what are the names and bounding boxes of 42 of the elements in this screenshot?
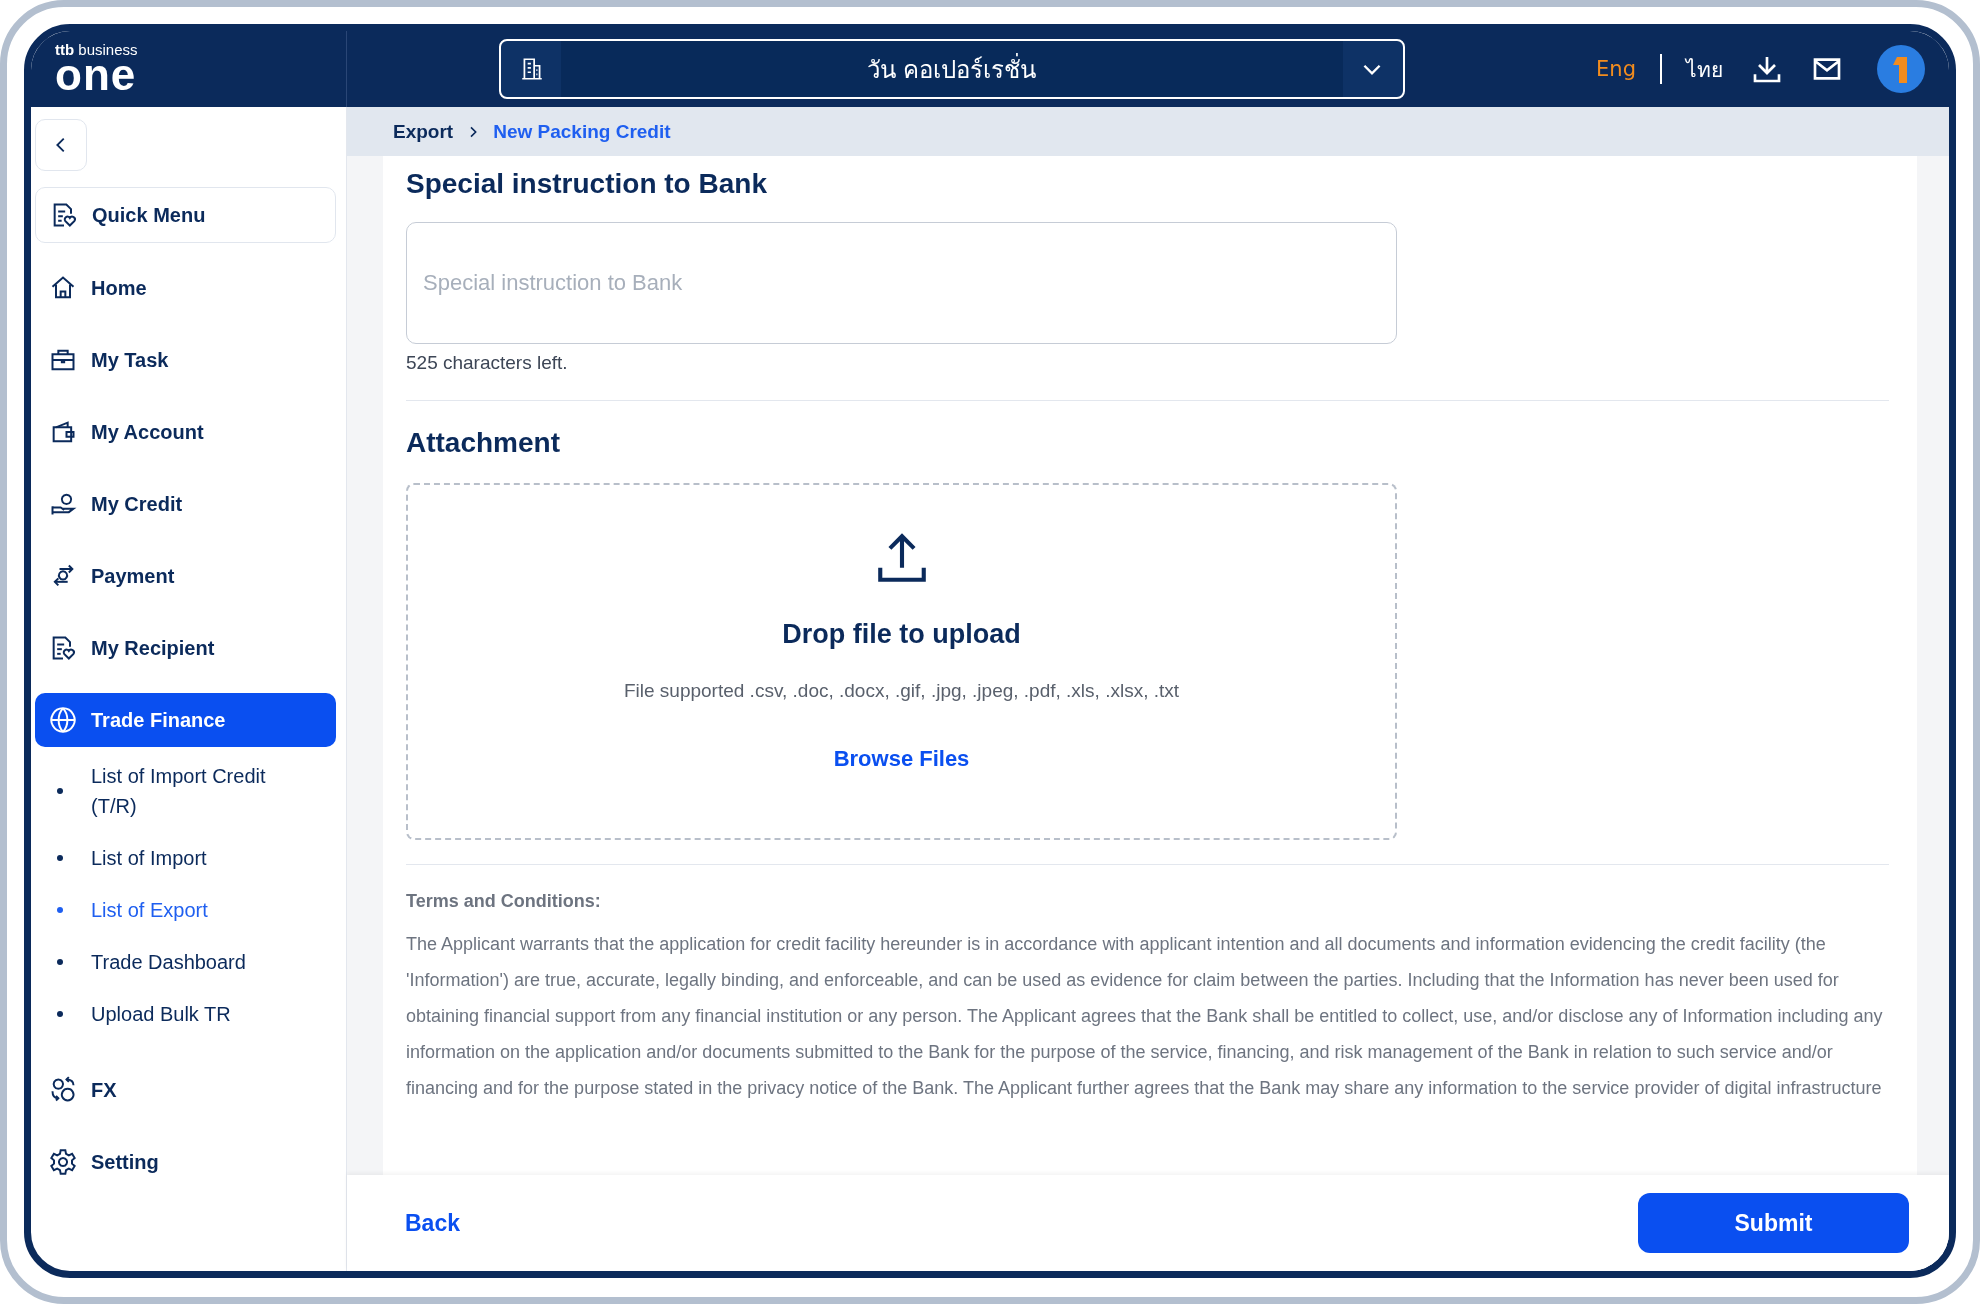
nav-subitem[interactable]: Upload Bulk TR bbox=[91, 999, 291, 1029]
quick-menu-button[interactable]: Quick Menu bbox=[35, 187, 336, 243]
breadcrumb-link[interactable]: Export bbox=[393, 120, 454, 143]
nav-item[interactable]: Home bbox=[35, 261, 336, 315]
settings-icon bbox=[49, 1148, 77, 1176]
nav-subitem[interactable]: List of Import bbox=[91, 843, 291, 873]
back-button[interactable]: Back bbox=[405, 1201, 460, 1245]
bullet-icon bbox=[57, 1011, 63, 1017]
logo[interactable]: ttb business one bbox=[55, 41, 138, 97]
character-counter: 525 characters left. bbox=[406, 352, 569, 374]
avatar-icon[interactable] bbox=[1877, 45, 1925, 93]
language-option[interactable]: Eng bbox=[1596, 57, 1636, 81]
section-heading: Attachment bbox=[406, 426, 561, 460]
nav-item[interactable]: FX bbox=[35, 1063, 336, 1117]
nav-item[interactable]: My Account bbox=[35, 405, 336, 459]
nav-item[interactable]: My Task bbox=[35, 333, 336, 387]
breadcrumb-link[interactable]: New Packing Credit bbox=[493, 120, 671, 143]
terms-text: The Applicant warrants that the application for credit facility hereunder is in accordance with applicant intention and all documents and information evidencing the credit facility (the 'Information') are true, accurate, legally binding, and enforceable, and can be used as evidence for claim between the parties. Including that the Information has never been used for obtaining financial support from any financial institution or any person. The Applicant agrees that the Bank shall be entitled to collect, use, and/or disclose any of Information including any information on the application and/or documents submitted to the Bank for the purpose of the service, financing, and risk management of the Bank in relation to such service and/or financing and for the purpose stated in the privacy notice of the Bank. The Applicant further agrees that the Bank may share any information to the service provider of digital infrastructure bbox=[406, 933, 1884, 1100]
nav-subitem[interactable]: List of Import Credit (T/R) bbox=[91, 761, 291, 821]
bullet-icon bbox=[57, 855, 63, 861]
submit-button[interactable]: Submit bbox=[1638, 1193, 1909, 1253]
section-heading: Special instruction to Bank bbox=[406, 167, 768, 201]
globe-icon bbox=[49, 706, 77, 734]
nav-item[interactable]: Payment bbox=[35, 549, 336, 603]
bullet-icon bbox=[57, 959, 63, 965]
supported-files-text: File supported .csv, .doc, .docx, .gif, .jpg, .jpeg, .pdf, .xls, .xlsx, .txt bbox=[623, 680, 1180, 702]
instruction-field[interactable]: Special instruction to Bank bbox=[406, 222, 1397, 344]
bullet-icon bbox=[57, 907, 63, 913]
nav-item[interactable]: Trade Finance bbox=[35, 693, 336, 747]
company-selector[interactable]: วัน คอเปอร์เรชั่น bbox=[498, 39, 1405, 99]
browse-files-link[interactable]: Browse Files bbox=[833, 746, 970, 772]
nav-item[interactable]: My Recipient bbox=[35, 621, 336, 675]
drop-zone[interactable]: Drop file to upload File supported .csv, .doc, .docx, .gif, .jpg, .jpeg, .pdf, .xls, .xlsx, .txt Browse Files bbox=[406, 483, 1397, 840]
terms-heading: Terms and Conditions: bbox=[406, 891, 602, 912]
nav-subitem[interactable]: Trade Dashboard bbox=[91, 947, 291, 977]
language-option[interactable]: ไทย bbox=[1686, 52, 1723, 86]
currency-exchange-icon bbox=[49, 1076, 77, 1104]
nav-subitem[interactable]: List of Export bbox=[91, 895, 291, 925]
bullet-icon bbox=[57, 788, 63, 794]
nav-item[interactable]: My Credit bbox=[35, 477, 336, 531]
drop-title: Drop file to upload bbox=[782, 619, 1021, 650]
nav-item[interactable]: Setting bbox=[35, 1135, 336, 1189]
